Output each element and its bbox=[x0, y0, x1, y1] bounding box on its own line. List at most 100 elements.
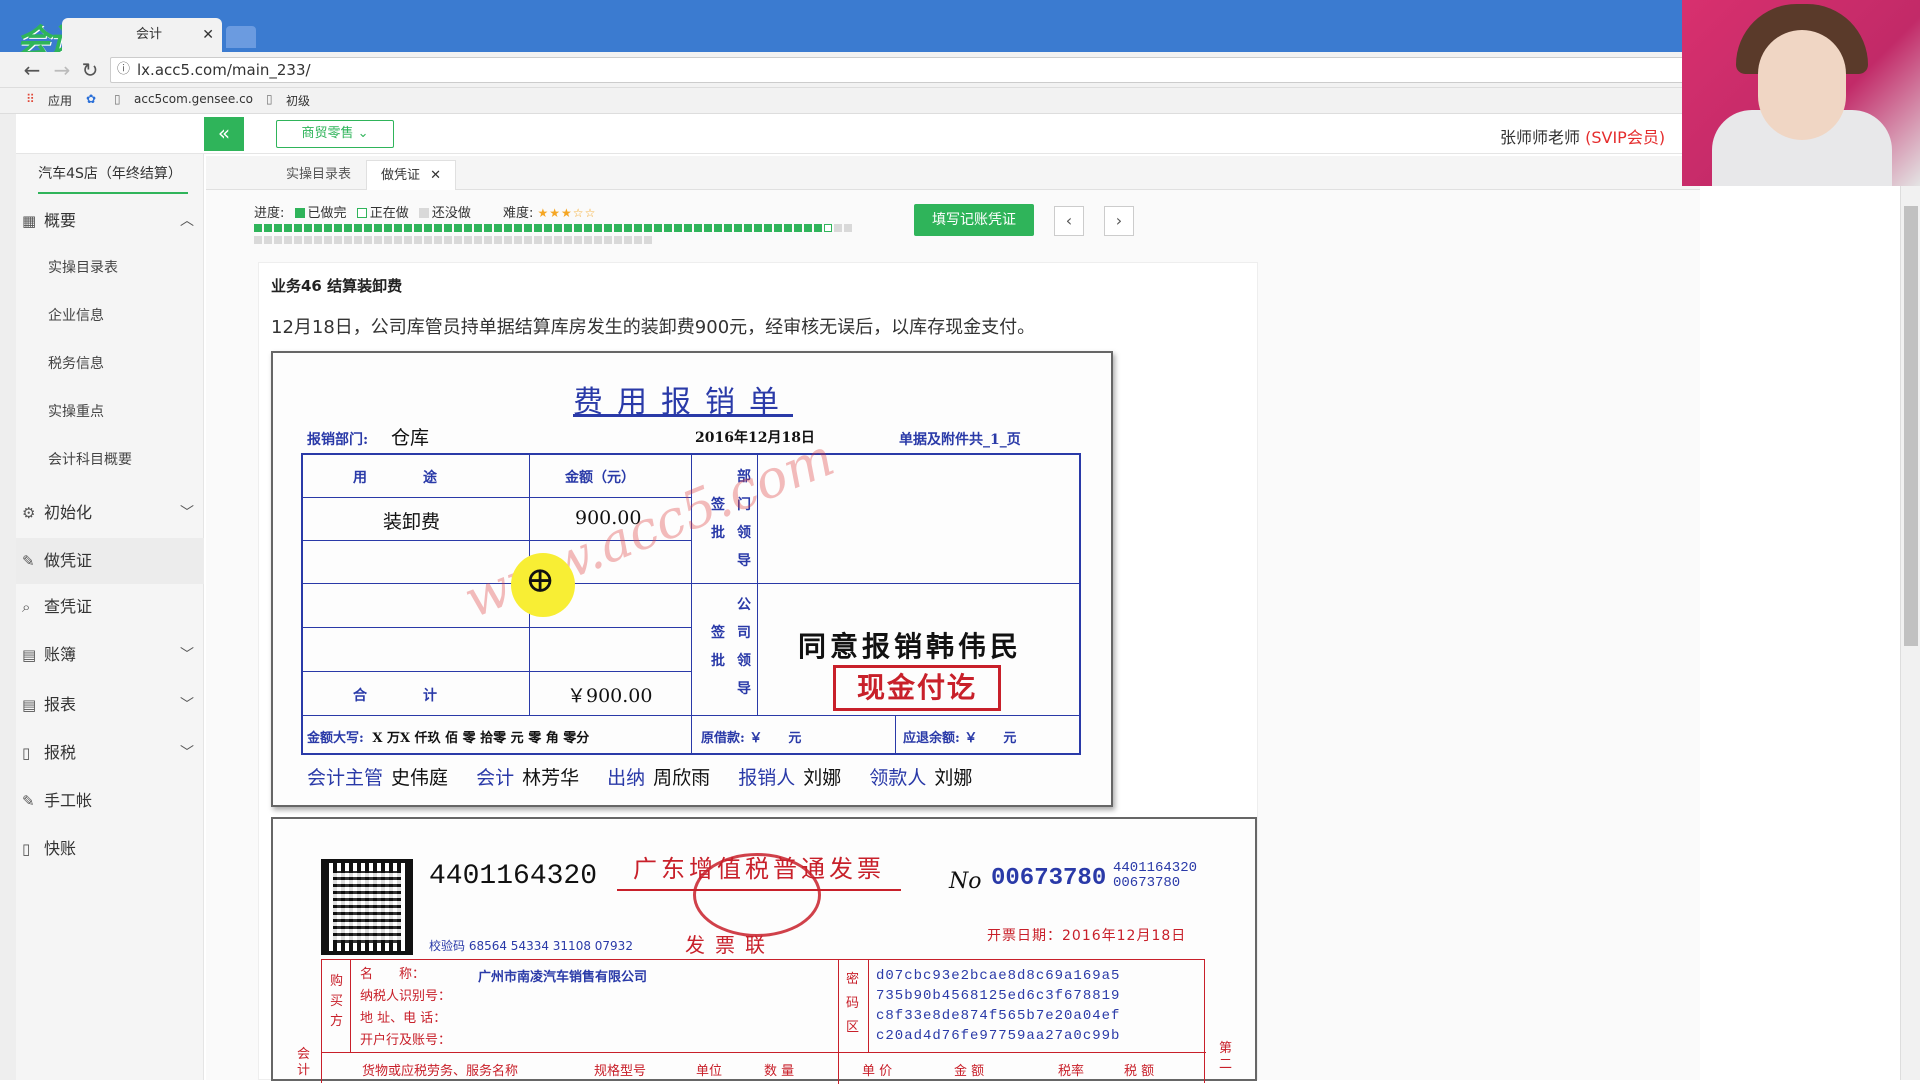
progress-segment bbox=[564, 224, 572, 232]
approval-signature: 同意报销韩伟民 bbox=[798, 630, 1023, 663]
invoice-number: 00673780 bbox=[991, 865, 1107, 892]
progress-segment bbox=[624, 224, 632, 232]
user-info[interactable]: 张师师老师 (SVIP会员) bbox=[1500, 124, 1665, 148]
progress-segment bbox=[314, 224, 322, 232]
col-price: 单 价 bbox=[862, 1064, 893, 1079]
bookmark-gensee[interactable]: acc5com.gensee.co bbox=[134, 92, 253, 106]
bookmark-junior[interactable]: 初级 bbox=[286, 92, 310, 109]
progress-segment bbox=[264, 236, 272, 244]
sidebar-item-query[interactable]: ⌕ 查凭证 bbox=[16, 584, 204, 630]
progress-segment bbox=[274, 224, 282, 232]
dept-label: 报销部门: bbox=[307, 432, 369, 448]
progress-segment bbox=[804, 224, 812, 232]
sidebar-item-label: 初始化 bbox=[44, 503, 93, 522]
progress-segment bbox=[844, 224, 852, 232]
browser-titlebar: 会计学堂 会计 ✕ bbox=[0, 0, 1920, 62]
progress-segment bbox=[334, 236, 342, 244]
receipt-title: 费用报销单 bbox=[573, 385, 793, 420]
apps-grid-icon[interactable]: ⠿ bbox=[26, 92, 35, 106]
tab-voucher[interactable]: 做凭证 ✕ bbox=[366, 160, 457, 190]
col-use: 用 途 bbox=[353, 470, 437, 486]
progress-segment bbox=[524, 224, 532, 232]
sidebar-subitem-company-info[interactable]: 企业信息 bbox=[16, 292, 204, 340]
collapse-sidebar-button[interactable]: « bbox=[204, 117, 244, 151]
browser-tab[interactable]: 会计 ✕ bbox=[62, 18, 222, 52]
progress-segment bbox=[774, 224, 782, 232]
progress-segment bbox=[424, 236, 432, 244]
industry-dropdown[interactable]: 商贸零售 ⌄ bbox=[276, 120, 394, 148]
progress-segment bbox=[294, 236, 302, 244]
progress-segment bbox=[464, 224, 472, 232]
progress-segment bbox=[824, 224, 832, 232]
progress-segment bbox=[284, 236, 292, 244]
sidebar-item-manual[interactable]: ✎ 手工帐 bbox=[16, 778, 204, 824]
progress-segment bbox=[434, 236, 442, 244]
sidebar-item-tax[interactable]: ▯ 报税 ﹀ bbox=[16, 730, 204, 776]
sidebar-subitem-tax-info[interactable]: 税务信息 bbox=[16, 340, 204, 388]
progress-segment bbox=[594, 236, 602, 244]
close-icon[interactable]: ✕ bbox=[430, 168, 441, 183]
tab-catalog[interactable]: 实操目录表 bbox=[272, 160, 365, 190]
scrollbar-thumb[interactable] bbox=[1904, 206, 1918, 646]
progress-segment bbox=[434, 224, 442, 232]
invoice-title: 广东增值税普通发票 bbox=[633, 855, 885, 883]
progress-segment bbox=[544, 236, 552, 244]
progress-segment bbox=[394, 236, 402, 244]
progress-segment bbox=[724, 224, 732, 232]
main-content: 进度: 已做完 正在做 还没做 难度: ★★★☆☆ 填写记账凭证 ‹ › 业务4… bbox=[206, 190, 1700, 1084]
bookmarks-bar: ⠿ 应用 ✿ ▯ acc5com.gensee.co ▯ 初级 bbox=[0, 88, 1700, 114]
cipher-label: 密码区 bbox=[846, 972, 860, 1035]
progress-segment bbox=[404, 236, 412, 244]
total-amount: ￥900.00 bbox=[567, 685, 653, 707]
issue-date: 开票日期：2016年12月18日 bbox=[987, 928, 1187, 944]
progress-segment bbox=[374, 224, 382, 232]
zoom-in-icon: ⊕ bbox=[525, 560, 556, 601]
col-rate: 税率 bbox=[1058, 1064, 1085, 1079]
tab-label: 做凭证 bbox=[381, 168, 421, 183]
info-icon[interactable]: ⓘ bbox=[117, 58, 130, 82]
vat-invoice-image[interactable]: 4401164320 广东增值税普通发票 发票联 No 00673780 440… bbox=[271, 817, 1257, 1084]
done-swatch bbox=[294, 208, 305, 218]
sidebar-item-init[interactable]: ⚙ 初始化 ﹀ bbox=[16, 490, 204, 536]
progress-segment bbox=[614, 224, 622, 232]
sidebar-subitem-catalog[interactable]: 实操目录表 bbox=[16, 244, 204, 292]
task-description: 12月18日，公司库管员持单据结算库房发生的装卸费900元，经审核无误后，以库存… bbox=[271, 317, 1036, 338]
back-icon[interactable]: ← bbox=[20, 58, 44, 82]
legend-done: 已做完 bbox=[307, 206, 347, 221]
forward-icon[interactable]: → bbox=[50, 58, 74, 82]
buyer-name: 广州市南凌汽车销售有限公司 bbox=[478, 970, 648, 985]
progress-segment bbox=[424, 224, 432, 232]
member-badge: (SVIP会员) bbox=[1585, 128, 1666, 147]
sidebar-item-voucher[interactable]: ✎ 做凭证 bbox=[16, 538, 204, 584]
task-title: 业务46 结算装卸费 bbox=[271, 277, 403, 295]
sidebar-subitem-key-points[interactable]: 实操重点 bbox=[16, 388, 204, 436]
expense-receipt-image[interactable]: 费用报销单 报销部门: 仓库 2016年12月18日 单据及附件共_1_页 用 … bbox=[271, 351, 1113, 807]
prev-button[interactable]: ‹ bbox=[1054, 206, 1084, 236]
sidebar-item-overview[interactable]: ▦ 概要 ︿ bbox=[16, 198, 204, 244]
next-button[interactable]: › bbox=[1104, 206, 1134, 236]
borrowed-label: 原借款: ￥ 元 bbox=[701, 731, 802, 746]
bookmark-apps[interactable]: 应用 bbox=[48, 92, 72, 109]
progress-segment bbox=[634, 224, 642, 232]
sidebar-item-label: 报税 bbox=[44, 743, 77, 762]
fill-voucher-button[interactable]: 填写记账凭证 bbox=[914, 204, 1034, 236]
progress-segment bbox=[324, 236, 332, 244]
zoom-cursor[interactable]: ⊕ bbox=[511, 553, 575, 617]
sidebar-item-ledger[interactable]: ▤ 账簿 ﹀ bbox=[16, 632, 204, 678]
col-amount: 金额（元） bbox=[565, 470, 635, 486]
sidebar-subitem-accounts[interactable]: 会计科目概要 bbox=[16, 436, 204, 484]
sidebar-item-label: 查凭证 bbox=[44, 597, 93, 616]
sidebar-item-quick[interactable]: ▯ 快账 bbox=[16, 826, 204, 872]
url-input[interactable]: ⓘ lx.acc5.com/main_233/ bbox=[110, 57, 1690, 83]
sidebar-item-report[interactable]: ▤ 报表 ﹀ bbox=[16, 682, 204, 728]
page-scrollbar[interactable] bbox=[1900, 186, 1920, 1080]
progress-segment bbox=[604, 236, 612, 244]
reload-icon[interactable]: ↻ bbox=[78, 58, 102, 82]
invoice-code: 4401164320 bbox=[429, 861, 598, 892]
close-icon[interactable]: ✕ bbox=[202, 18, 214, 52]
progress-segment bbox=[304, 224, 312, 232]
progress-segment bbox=[514, 224, 522, 232]
new-tab-button[interactable] bbox=[226, 26, 256, 48]
legend-todo: 还没做 bbox=[431, 206, 471, 221]
company-approve-label: 公 签司 批领 导 bbox=[711, 597, 751, 697]
